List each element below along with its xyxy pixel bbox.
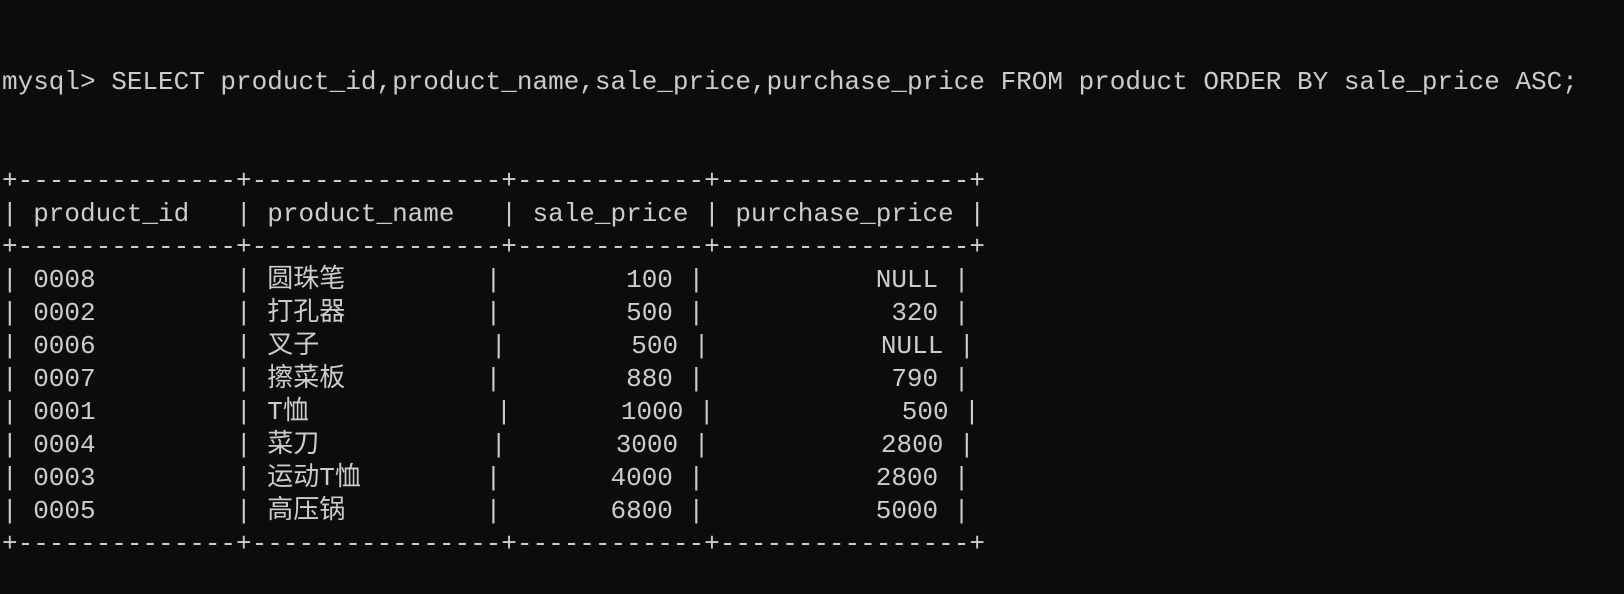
table-border-top: +--------------+----------------+-------…	[2, 166, 985, 196]
command-line: mysql> SELECT product_id,product_name,sa…	[0, 66, 1624, 99]
table-header-row: | product_id | product_name | sale_price…	[2, 199, 985, 229]
table-row: | 0003 | 运动T恤 | 4000 | 2800 |	[2, 463, 970, 493]
mysql-terminal-window[interactable]: mysql> SELECT product_id,product_name,sa…	[0, 0, 1624, 559]
sql-command: SELECT product_id,product_name,sale_pric…	[111, 67, 1578, 97]
table-row: | 0002 | 打孔器 | 500 | 320 |	[2, 298, 970, 328]
table-row: | 0004 | 菜刀 | 3000 | 2800 |	[2, 430, 975, 460]
mysql-prompt: mysql>	[2, 67, 112, 97]
table-border-header: +--------------+----------------+-------…	[2, 232, 985, 262]
table-row: | 0006 | 叉子 | 500 | NULL |	[2, 331, 975, 361]
table-border-bottom: +--------------+----------------+-------…	[2, 529, 985, 559]
table-row: | 0008 | 圆珠笔 | 100 | NULL |	[2, 265, 970, 295]
table-row: | 0007 | 擦菜板 | 880 | 790 |	[2, 364, 970, 394]
table-row: | 0001 | T恤 | 1000 | 500 |	[2, 397, 980, 427]
table-row: | 0005 | 高压锅 | 6800 | 5000 |	[2, 496, 970, 526]
result-table: +--------------+----------------+-------…	[0, 165, 1624, 561]
